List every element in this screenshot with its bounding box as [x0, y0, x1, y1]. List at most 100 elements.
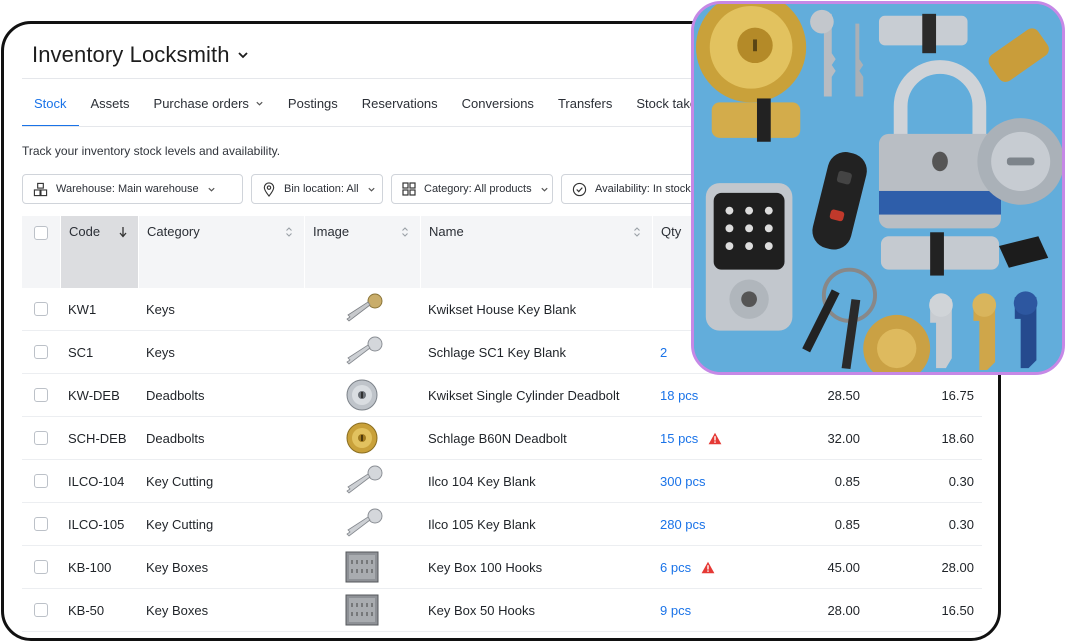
- qty-link[interactable]: 9 pcs: [660, 603, 691, 618]
- column-label: Image: [313, 224, 350, 239]
- qty-link[interactable]: 15 pcs: [660, 431, 698, 446]
- image-cell: [304, 589, 420, 631]
- key-silver-icon: [346, 508, 383, 537]
- row-checkbox[interactable]: [34, 388, 48, 402]
- sort-icon: [402, 227, 408, 237]
- chevron-down-icon: [256, 101, 263, 106]
- key-brass-icon: [346, 293, 383, 322]
- tab-label: Postings: [287, 95, 338, 111]
- tab-reservations[interactable]: Reservations: [350, 79, 450, 127]
- table-row[interactable]: SCH-DEB Deadbolts Schlage B60N Deadbolt 15 …: [22, 417, 982, 460]
- grid-icon: [402, 182, 416, 196]
- location-pin-icon: [263, 181, 275, 197]
- chevron-down-icon: [237, 52, 248, 59]
- tab-conversions[interactable]: Conversions: [450, 79, 546, 127]
- filter-bar: Warehouse: Main warehouse Bin location: …: [22, 174, 731, 204]
- qty-link[interactable]: 2: [660, 345, 667, 360]
- qty-cell[interactable]: 280 pcs: [652, 503, 762, 545]
- code-cell: KB-50: [68, 602, 105, 618]
- name-cell: Schlage SC1 Key Blank: [428, 344, 567, 360]
- tab-postings[interactable]: Postings: [276, 79, 350, 127]
- table-row[interactable]: KW-DEB Deadbolts Kwikset Single Cylinder D…: [22, 374, 982, 417]
- tab-assets[interactable]: Assets: [79, 79, 142, 127]
- price-cell: 0.85: [834, 473, 860, 489]
- column-header-image[interactable]: Image: [304, 216, 420, 288]
- column-header-name[interactable]: Name: [420, 216, 652, 288]
- cost-cell: 16.75: [941, 387, 974, 403]
- qty-cell[interactable]: 9 pcs: [652, 589, 762, 631]
- qty-link[interactable]: 280 pcs: [660, 517, 706, 532]
- cost-cell: 0.30: [948, 473, 974, 489]
- image-cell: [304, 546, 420, 588]
- image-cell: [304, 503, 420, 545]
- bin-location-filter[interactable]: Bin location: All: [251, 174, 383, 204]
- code-cell: SC1: [68, 344, 94, 360]
- qty-cell[interactable]: 15 pcs: [652, 417, 762, 459]
- page-description: Track your inventory stock levels and av…: [22, 144, 281, 158]
- tab-bar: Stock Assets Purchase orders Postings Re…: [22, 79, 716, 127]
- cost-cell: 18.60: [941, 430, 974, 446]
- qty-cell[interactable]: 300 pcs: [652, 460, 762, 502]
- deadbolt-brass-icon: [346, 422, 378, 454]
- price-cell: 0.85: [834, 516, 860, 532]
- table-row[interactable]: KB-100 Key Boxes Key Box 100 Hooks 6 pcs 45.…: [22, 546, 982, 589]
- column-header-category[interactable]: Category: [138, 216, 304, 288]
- image-cell: [304, 374, 420, 416]
- qty-cell[interactable]: 18 pcs: [652, 374, 762, 416]
- column-label: Name: [429, 224, 464, 239]
- tab-purchase-orders[interactable]: Purchase orders: [142, 79, 276, 127]
- chevron-down-icon: [208, 187, 215, 192]
- table-row[interactable]: ILCO-105 Key Cutting Ilco 105 Key Blank 280…: [22, 503, 982, 546]
- select-cell: [22, 460, 60, 502]
- name-cell: Schlage B60N Deadbolt: [428, 430, 567, 446]
- price-cell: 28.00: [827, 602, 860, 618]
- column-header-code[interactable]: Code: [60, 216, 138, 288]
- column-label: Category: [147, 224, 200, 239]
- price-cell: 45.00: [827, 559, 860, 575]
- category-filter[interactable]: Category: All products: [391, 174, 553, 204]
- name-cell: Ilco 105 Key Blank: [428, 516, 536, 532]
- category-cell: Deadbolts: [146, 430, 205, 446]
- table-row[interactable]: KB-50 Key Boxes Key Box 50 Hooks 9 pcs 28.00…: [22, 589, 982, 632]
- table-row[interactable]: ILCO-104 Key Cutting Ilco 104 Key Blank 300…: [22, 460, 982, 503]
- tab-stock[interactable]: Stock: [22, 79, 79, 127]
- key-box-icon: [345, 594, 379, 626]
- select-cell: [22, 503, 60, 545]
- tab-transfers[interactable]: Transfers: [546, 79, 624, 127]
- warehouse-icon: [33, 182, 48, 196]
- check-circle-icon: [572, 182, 587, 196]
- tab-label: Stock: [34, 95, 67, 111]
- select-cell: [22, 546, 60, 588]
- app-title-switcher[interactable]: Inventory Locksmith: [32, 42, 250, 68]
- row-checkbox[interactable]: [34, 603, 48, 617]
- cost-cell: 0.30: [948, 516, 974, 532]
- tab-label: Conversions: [461, 95, 534, 111]
- qty-link[interactable]: 300 pcs: [660, 474, 706, 489]
- tab-label: Transfers: [557, 95, 613, 111]
- qty-link[interactable]: 18 pcs: [660, 388, 698, 403]
- image-cell: [304, 417, 420, 459]
- row-checkbox[interactable]: [34, 431, 48, 445]
- row-checkbox[interactable]: [34, 302, 48, 316]
- category-cell: Key Cutting: [146, 516, 214, 532]
- row-checkbox[interactable]: [34, 345, 48, 359]
- warehouse-filter[interactable]: Warehouse: Main warehouse: [22, 174, 243, 204]
- image-cell: [304, 331, 420, 373]
- key-silver-icon: [346, 336, 383, 365]
- qty-cell[interactable]: 6 pcs: [652, 546, 762, 588]
- key-box-icon: [345, 551, 379, 583]
- select-cell: [22, 331, 60, 373]
- image-cell: [304, 288, 420, 330]
- code-cell: KB-100: [68, 559, 112, 575]
- select-all-checkbox[interactable]: [34, 226, 48, 240]
- category-cell: Keys: [146, 344, 175, 360]
- row-checkbox[interactable]: [34, 474, 48, 488]
- row-checkbox[interactable]: [34, 517, 48, 531]
- row-checkbox[interactable]: [34, 560, 48, 574]
- qty-link[interactable]: 6 pcs: [660, 560, 691, 575]
- app-title: Inventory Locksmith: [32, 42, 230, 67]
- category-cell: Keys: [146, 301, 175, 317]
- warehouse-filter-label: Warehouse: Main warehouse: [56, 183, 199, 195]
- warning-triangle-icon: [708, 432, 722, 444]
- category-cell: Key Boxes: [146, 559, 209, 575]
